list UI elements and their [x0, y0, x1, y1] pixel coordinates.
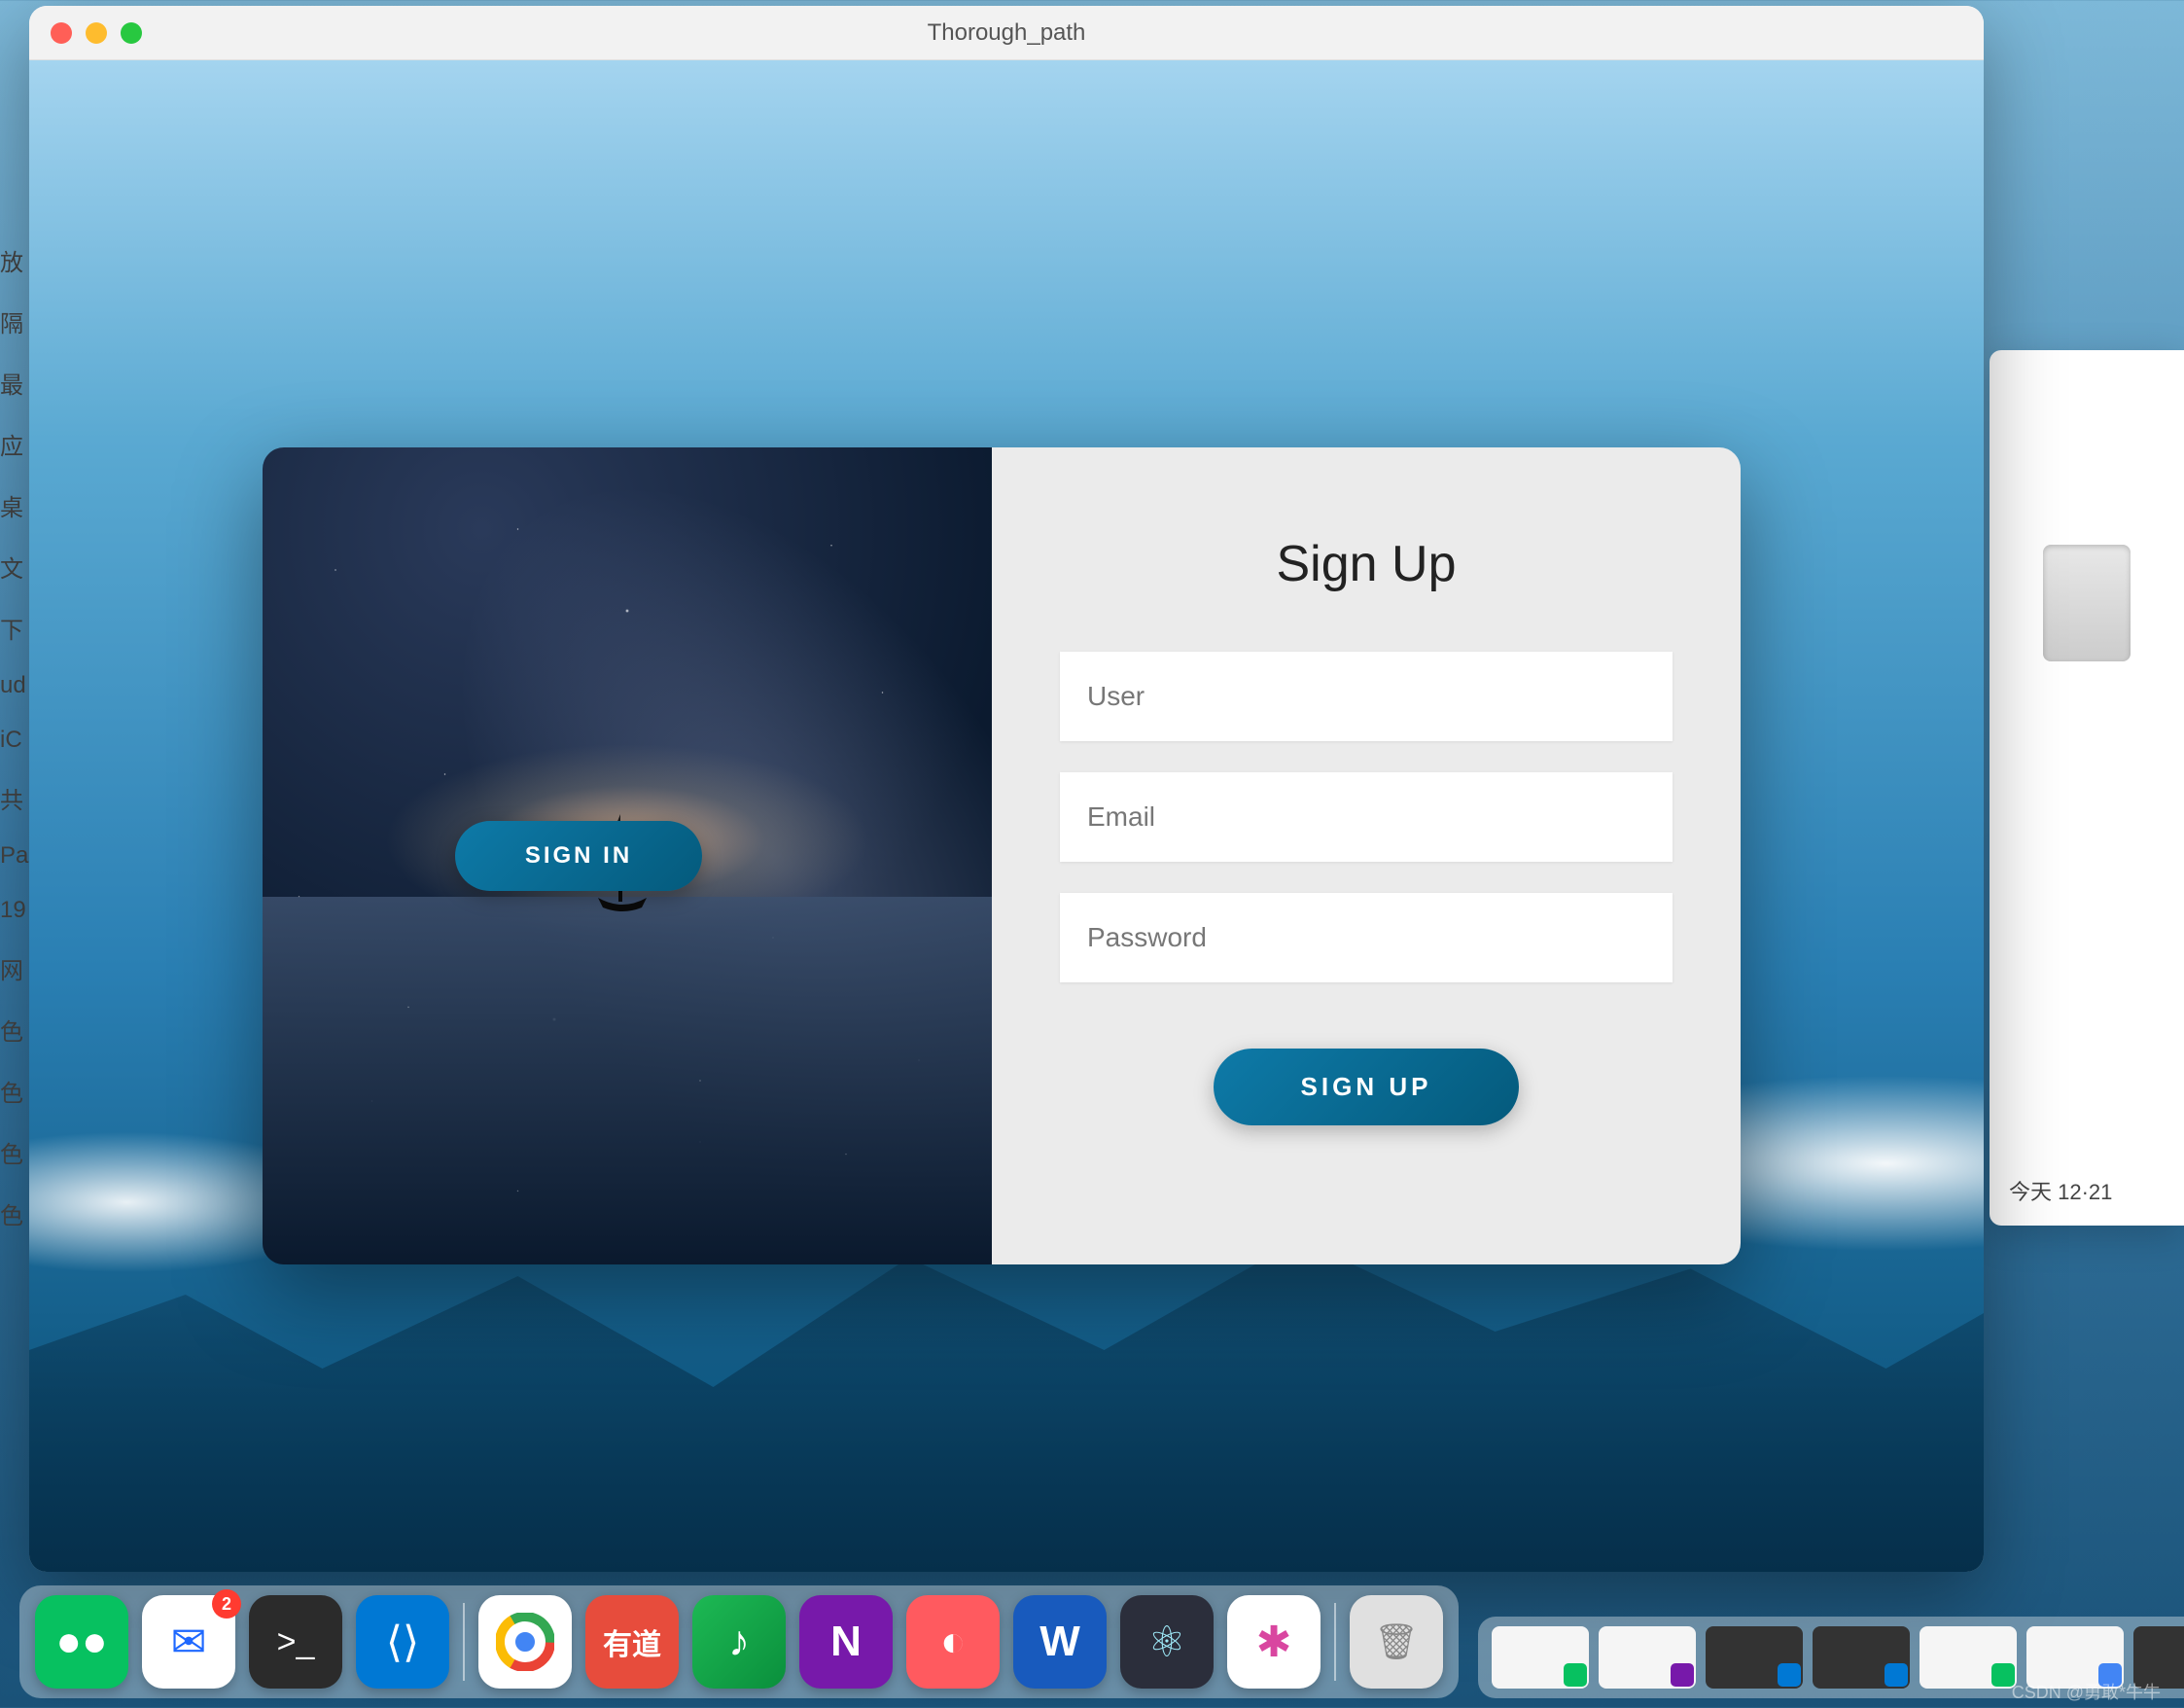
card-left-panel: SIGN IN [263, 447, 992, 1264]
dock-separator [1334, 1603, 1336, 1681]
bg-sidebar-item: 共 [0, 781, 28, 815]
dock-wechat-icon[interactable]: ●● [35, 1595, 128, 1689]
dock-vscode-icon[interactable]: ⟨⟩ [356, 1595, 449, 1689]
dock-terminal-icon[interactable]: >_ [249, 1595, 342, 1689]
bg-sidebar-item: 最 [0, 366, 28, 400]
card-right-panel: Sign Up SIGN UP [992, 447, 1741, 1264]
dock-mail-icon[interactable]: ✉ 2 [142, 1595, 235, 1689]
titlebar[interactable]: Thorough_path [29, 6, 1984, 60]
bg-sidebar-item: 色 [0, 1074, 28, 1108]
bg-sidebar-item: 下 [0, 611, 28, 645]
dock: ●● ✉ 2 >_ ⟨⟩ 有道 ♪ N ◐ W ⚛ ✱ 🗑 [0, 1582, 2184, 1708]
dock-music-icon[interactable]: ♪ [692, 1595, 786, 1689]
dock-mail-badge: 2 [212, 1589, 241, 1619]
traffic-lights [51, 22, 142, 44]
dock-separator [463, 1603, 465, 1681]
bg-sidebar-item: 色 [0, 1135, 28, 1169]
minimize-button[interactable] [86, 22, 107, 44]
background-finder-window: 今天 12·21 [1990, 350, 2184, 1226]
close-button[interactable] [51, 22, 72, 44]
auth-card: SIGN IN Sign Up SIGN UP [263, 447, 1741, 1264]
app-window: Thorough_path SIGN IN [29, 6, 1984, 1572]
bg-sidebar-item: ud [0, 672, 28, 699]
minimized-window-thumb[interactable] [1599, 1626, 1696, 1689]
watermark: CSDN @勇敢*牛牛 [2012, 1679, 2161, 1704]
dock-trash-icon[interactable]: 🗑 [1350, 1595, 1443, 1689]
window-body: SIGN IN Sign Up SIGN UP [29, 60, 1984, 1572]
bg-sidebar-item: 应 [0, 427, 28, 461]
drive-icon [2043, 545, 2131, 661]
signup-title: Sign Up [1277, 535, 1457, 593]
dock-chrome-icon[interactable] [478, 1595, 572, 1689]
password-field[interactable] [1060, 893, 1673, 982]
bg-sidebar-item: 放 [0, 243, 28, 277]
bg-sidebar-item: iC [0, 727, 28, 754]
background-sidebar: 放 隔 最 应 桌 文 下 ud iC 共 Pa 19 网 色 色 色 色 [0, 243, 28, 1230]
bg-sidebar-item: 网 [0, 951, 28, 985]
window-title: Thorough_path [928, 19, 1086, 47]
bg-sidebar-item: 色 [0, 1196, 28, 1230]
bg-sidebar-item: 19 [0, 897, 28, 924]
bg-sidebar-item: 色 [0, 1013, 28, 1047]
dock-pinkapp-icon[interactable]: ✱ [1227, 1595, 1321, 1689]
email-field[interactable] [1060, 772, 1673, 862]
dock-youdao-icon[interactable]: 有道 [585, 1595, 679, 1689]
minimized-window-thumb[interactable] [1492, 1626, 1589, 1689]
bg-sidebar-item: Pa [0, 842, 28, 870]
dock-electron-icon[interactable]: ⚛ [1120, 1595, 1214, 1689]
dock-section-left: ●● ✉ 2 >_ ⟨⟩ 有道 ♪ N ◐ W ⚛ ✱ 🗑 [19, 1585, 1459, 1698]
sign-up-button[interactable]: SIGN UP [1214, 1049, 1520, 1125]
bg-sidebar-item: 隔 [0, 304, 28, 338]
maximize-button[interactable] [121, 22, 142, 44]
water-reflection [263, 897, 992, 1264]
bg-sidebar-item: 桌 [0, 488, 28, 522]
dock-word-icon[interactable]: W [1013, 1595, 1107, 1689]
minimized-window-thumb[interactable] [1813, 1626, 1910, 1689]
user-field[interactable] [1060, 652, 1673, 741]
minimized-window-thumb[interactable] [1706, 1626, 1803, 1689]
sign-in-button[interactable]: SIGN IN [455, 821, 702, 891]
dock-onenote-icon[interactable]: N [799, 1595, 893, 1689]
bg-sidebar-item: 文 [0, 550, 28, 584]
minimized-window-thumb[interactable] [1920, 1626, 2017, 1689]
bg-finder-time: 今天 12·21 [2009, 1175, 2165, 1206]
dock-redapp-icon[interactable]: ◐ [906, 1595, 1000, 1689]
